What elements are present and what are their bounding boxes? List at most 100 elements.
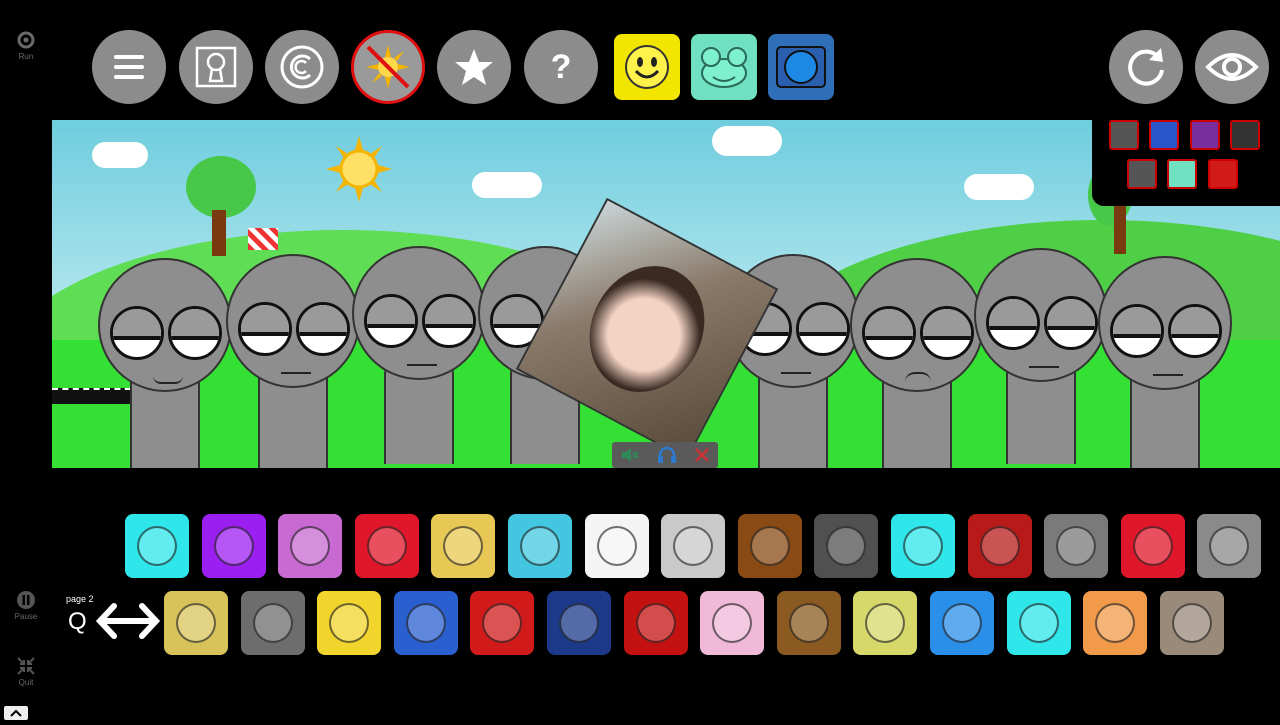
palette-slot-blue-pirate[interactable]	[930, 591, 994, 655]
mini-slot[interactable]	[1167, 159, 1198, 189]
background-toggle-button[interactable]	[351, 30, 425, 104]
chevron-up-icon	[10, 709, 22, 717]
palette-slot-cyan-bunny[interactable]	[125, 514, 189, 578]
character-slot-8[interactable]	[974, 248, 1108, 468]
cloud	[472, 172, 542, 198]
expand-tab[interactable]	[4, 706, 28, 720]
quit-label: Quit	[18, 678, 34, 687]
tree-trunk	[1114, 200, 1126, 254]
palette-slot-cyan-clock[interactable]	[891, 514, 955, 578]
view-toggle-button[interactable]	[1195, 30, 1269, 104]
yellow-smile-icon	[176, 603, 216, 643]
red-phone-icon	[366, 526, 407, 566]
mini-slot[interactable]	[1149, 120, 1180, 150]
palette-slot-tophat[interactable]	[661, 514, 726, 578]
frog-face-icon	[701, 47, 747, 88]
cloud	[964, 174, 1034, 200]
pause-button[interactable]: Pause	[10, 590, 42, 621]
sun-icon	[326, 136, 392, 202]
keyhole-icon	[195, 46, 237, 88]
cloud	[712, 126, 782, 156]
page-selector[interactable]: page 2 Q	[66, 594, 162, 650]
palette-slot-yellow-bird[interactable]	[547, 591, 611, 655]
mode-tv-button[interactable]	[768, 34, 834, 100]
mini-slot[interactable]	[1109, 120, 1139, 150]
run-label: Run	[18, 52, 34, 61]
palette-slot-gray-horns[interactable]	[1197, 514, 1262, 578]
red-flame-icon	[1132, 526, 1173, 566]
palette-slot-roblox-cap[interactable]	[470, 591, 535, 655]
palette-slot-pink-bow[interactable]	[700, 591, 765, 655]
gray-monster-icon	[252, 603, 293, 643]
character-slot-2[interactable]	[226, 254, 360, 468]
palette-slot-white-face[interactable]	[584, 514, 649, 578]
pink-bow-icon	[712, 603, 753, 643]
mini-palette-row-2	[1106, 157, 1280, 196]
mini-slot[interactable]	[1127, 159, 1157, 189]
sunglasses-icon	[1018, 603, 1059, 643]
run-button[interactable]: Run	[10, 30, 42, 61]
tree-trunk	[212, 210, 226, 256]
bonus-button[interactable]	[437, 30, 511, 104]
mute-icon[interactable]	[620, 446, 640, 464]
face-photo	[567, 245, 727, 413]
palette-slot-yellow-antenna[interactable]	[431, 514, 496, 578]
palette-slot-red-devil[interactable]	[623, 591, 688, 655]
palette-slot-red-phone[interactable]	[354, 514, 419, 578]
mode-smiley-button[interactable]	[614, 34, 680, 100]
character-slot-9[interactable]	[1098, 256, 1232, 468]
palette-slot-red-flame[interactable]	[1120, 514, 1185, 578]
palette-slot-party-hat[interactable]	[508, 514, 572, 578]
purple-computer-icon	[290, 526, 331, 566]
character-slot-1[interactable]	[98, 258, 232, 468]
yellow-antenna-icon	[443, 526, 484, 566]
reset-button[interactable]	[1109, 30, 1183, 104]
pause-icon	[17, 591, 35, 609]
close-icon[interactable]	[694, 447, 710, 463]
palette-slot-yellow-smile[interactable]	[164, 591, 228, 655]
white-face-icon	[596, 526, 637, 566]
character-slot-7[interactable]	[850, 258, 984, 468]
palette-slot-photo-face[interactable]	[1159, 591, 1224, 655]
character-slot-3[interactable]	[352, 246, 486, 468]
unlock-button[interactable]	[179, 30, 253, 104]
hamburger-menu-icon	[114, 55, 144, 79]
sun-disabled-icon	[366, 45, 410, 89]
copyright-icon	[280, 45, 324, 89]
headphones-icon[interactable]	[657, 446, 677, 464]
picnic-blanket	[248, 228, 278, 250]
mini-slot[interactable]	[1189, 120, 1220, 150]
orange-robot-icon	[1095, 603, 1136, 643]
palette-slot-yellow-tv[interactable]	[317, 591, 382, 655]
menu-button[interactable]	[92, 30, 166, 104]
page-key-label: Q	[68, 608, 87, 635]
help-button[interactable]: ?	[524, 30, 598, 104]
palette-slot-red-cap[interactable]	[967, 514, 1032, 578]
mini-slot[interactable]	[1230, 120, 1261, 150]
mode-frog-button[interactable]	[691, 34, 757, 100]
gray-horns-icon	[1209, 526, 1250, 566]
roblox-cap-icon	[482, 603, 523, 643]
palette-slot-green-egg[interactable]	[853, 591, 918, 655]
palette-slot-gray-monster[interactable]	[240, 591, 305, 655]
blue-pirate-icon	[942, 603, 982, 643]
palette-slot-purple-box[interactable]	[201, 514, 266, 578]
palette-slot-blue-cap[interactable]	[393, 591, 458, 655]
palette-slot-purple-computer[interactable]	[278, 514, 343, 578]
palette-slot-orange-robot[interactable]	[1083, 591, 1148, 655]
palette-slot-guitar[interactable]	[737, 514, 802, 578]
palette-slot-gray-cat[interactable]	[1044, 514, 1109, 578]
palette-slot-brown-bag[interactable]	[776, 591, 841, 655]
swap-arrows-icon	[95, 603, 161, 639]
palette-slot-party-cone[interactable]	[814, 514, 879, 578]
quit-button[interactable]: Quit	[10, 656, 42, 687]
tree	[186, 156, 256, 218]
mini-slot[interactable]	[1207, 159, 1238, 189]
palette-slot-sunglasses[interactable]	[1006, 591, 1071, 655]
eye-icon	[1205, 53, 1259, 81]
video-controls	[612, 442, 718, 468]
mini-palette-row-1	[1106, 118, 1280, 157]
credits-button[interactable]	[265, 30, 339, 104]
star-icon	[455, 49, 493, 85]
smiley-face-icon	[625, 45, 669, 89]
